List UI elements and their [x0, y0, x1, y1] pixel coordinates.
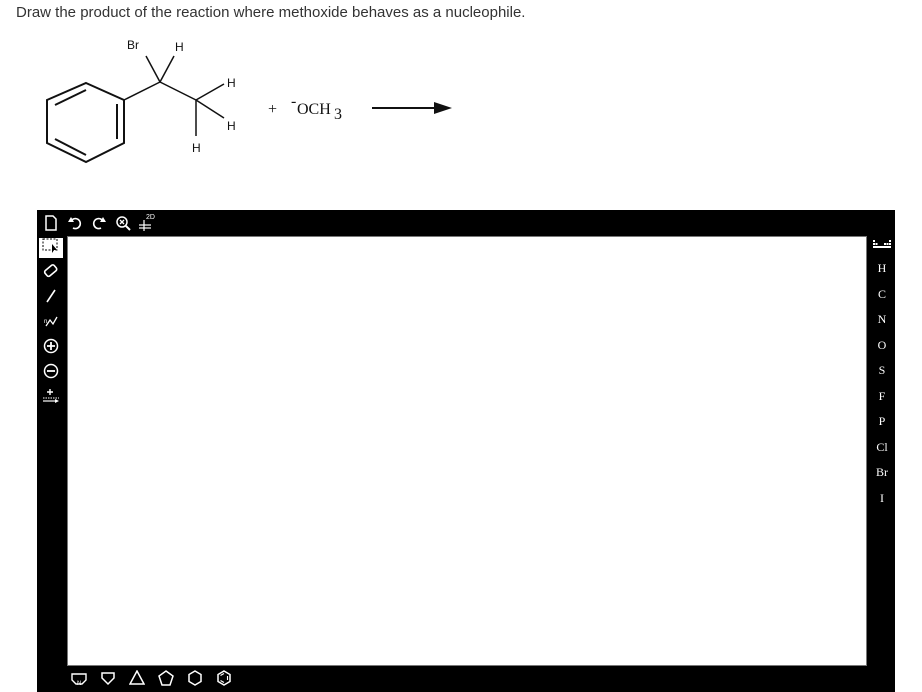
- cyclobutane-button[interactable]: [127, 668, 147, 691]
- structure-editor: 2D n H C N O S F P Cl Br I N: [37, 210, 895, 692]
- periodic-table-icon: [873, 237, 891, 255]
- chain-icon: n: [44, 314, 58, 333]
- negative-charge-tool[interactable]: [39, 363, 63, 383]
- element-c-button[interactable]: C: [870, 282, 894, 308]
- bond-icon: [44, 289, 58, 308]
- element-br-button[interactable]: Br: [870, 460, 894, 486]
- element-toolbar: H C N O S F P Cl Br I: [869, 236, 895, 666]
- top-toolbar: 2D: [37, 210, 895, 235]
- arrow-tool[interactable]: [39, 388, 63, 408]
- element-s-button[interactable]: S: [870, 358, 894, 384]
- clean-2d-label: 2D: [146, 213, 155, 221]
- benzene-icon: [216, 669, 232, 691]
- new-document-button[interactable]: [41, 213, 61, 233]
- methoxide-formula: OCH: [297, 101, 331, 118]
- methoxide-charge: -: [291, 93, 296, 110]
- cyclohexane-button[interactable]: [185, 669, 205, 691]
- left-toolbar: n: [37, 235, 65, 425]
- benzene-ring: [46, 81, 125, 164]
- hydrogen-label: H: [227, 76, 236, 90]
- selection-tool[interactable]: [39, 238, 63, 258]
- cyclopropane-button[interactable]: [98, 670, 118, 690]
- zoom-button[interactable]: [113, 213, 133, 233]
- arrow-icon: [42, 388, 60, 409]
- redo-button[interactable]: [89, 213, 109, 233]
- element-f-button[interactable]: F: [870, 384, 894, 410]
- negative-charge-icon: [43, 363, 59, 384]
- ring-template-button[interactable]: N: [69, 670, 89, 690]
- chain-tool[interactable]: n: [39, 313, 63, 333]
- hydrogen-label: H: [192, 141, 201, 155]
- drawing-canvas[interactable]: [67, 236, 867, 666]
- cyclohexane-icon: [187, 669, 203, 691]
- undo-button[interactable]: [65, 213, 85, 233]
- zoom-icon: [115, 215, 131, 231]
- element-p-button[interactable]: P: [870, 409, 894, 435]
- ring-template-icon: N: [70, 671, 88, 689]
- methoxide-subscript: 3: [334, 106, 342, 123]
- element-o-button[interactable]: O: [870, 333, 894, 359]
- bond-tool[interactable]: [39, 288, 63, 308]
- clean-2d-button[interactable]: 2D: [137, 213, 157, 233]
- redo-icon: [92, 216, 106, 230]
- reaction-arrow: [372, 102, 452, 114]
- periodic-table-button[interactable]: [870, 236, 894, 256]
- eraser-tool[interactable]: [39, 263, 63, 283]
- cyclopentane-button[interactable]: [156, 669, 176, 691]
- element-h-button[interactable]: H: [870, 256, 894, 282]
- cyclopentane-icon: [158, 669, 174, 691]
- 2d-clean-icon: 2D: [138, 214, 156, 232]
- undo-icon: [68, 216, 82, 230]
- element-i-button[interactable]: I: [870, 486, 894, 512]
- cyclopropane-icon: [100, 670, 116, 691]
- ring-template-label: N: [77, 681, 82, 687]
- substrate-bonds: [123, 55, 225, 136]
- eraser-icon: [42, 263, 60, 284]
- reaction-scheme: Br H H H H + - OCH 3: [46, 38, 452, 164]
- template-toolbar: N: [67, 668, 867, 692]
- element-n-button[interactable]: N: [870, 307, 894, 333]
- plus-sign: +: [268, 101, 277, 118]
- bromine-label: Br: [127, 38, 139, 52]
- hydrogen-label: H: [227, 119, 236, 133]
- positive-charge-tool[interactable]: [39, 338, 63, 358]
- new-document-icon: [44, 214, 58, 231]
- benzene-button[interactable]: [214, 669, 234, 691]
- cyclobutane-icon: [128, 668, 146, 691]
- positive-charge-icon: [43, 338, 59, 359]
- hydrogen-label: H: [175, 40, 184, 54]
- question-text: Draw the product of the reaction where m…: [16, 4, 526, 21]
- svg-text:n: n: [44, 319, 47, 325]
- element-cl-button[interactable]: Cl: [870, 435, 894, 461]
- selection-icon: [42, 238, 60, 259]
